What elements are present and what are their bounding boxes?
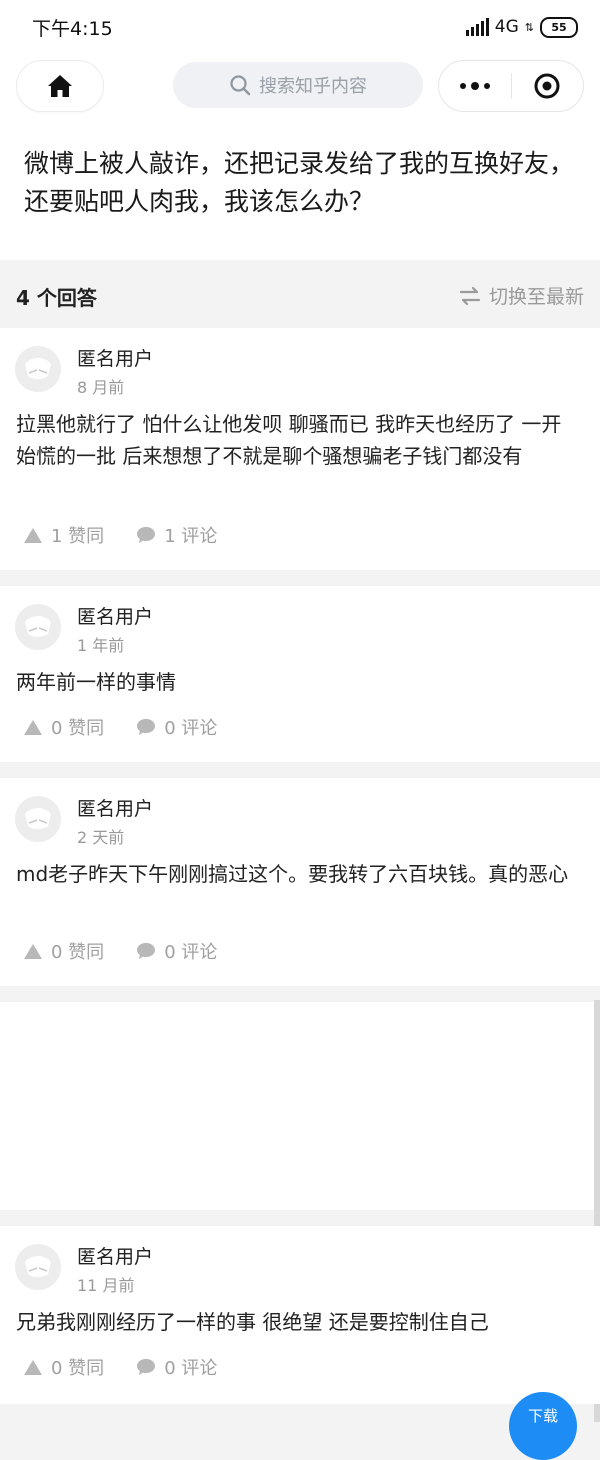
upvote-button[interactable]: 1 赞同 [23, 522, 104, 548]
anonymous-avatar-icon [15, 346, 61, 392]
avatar [15, 796, 61, 842]
answers-count: 4 个回答 [16, 286, 97, 310]
upvote-icon [24, 1359, 42, 1375]
top-nav: 搜索知乎内容 [0, 60, 600, 112]
answer-time: 1 年前 [77, 636, 125, 655]
empty-content-block [0, 1002, 594, 1210]
comment-count: 0 评论 [164, 718, 218, 739]
comment-button[interactable]: 0 评论 [136, 1354, 217, 1380]
data-arrows-icon: ⇅ [524, 20, 534, 34]
top-panel: 下午4:15 4G ⇅ 55 搜索知乎内容 微博上被人敲诈，还把记录发给了我的互… [0, 0, 600, 260]
answer-time: 2 天前 [77, 828, 125, 847]
close-button[interactable] [512, 61, 584, 111]
answer-card[interactable]: 匿名用户 8 月前 拉黑他就行了 怕什么让他发呗 聊骚而已 我昨天也经历了 一开… [0, 328, 600, 570]
answer-time: 8 月前 [77, 378, 125, 397]
anonymous-avatar-icon [15, 1244, 61, 1290]
author-name[interactable]: 匿名用户 [77, 794, 153, 821]
answers-header: 4 个回答 切换至最新 [0, 268, 600, 326]
status-indicators: 4G ⇅ 55 [465, 14, 578, 40]
answer-card[interactable]: 匿名用户 2 天前 md老子昨天下午刚刚搞过这个。要我转了六百块钱。真的恶心 0… [0, 778, 600, 986]
author-name[interactable]: 匿名用户 [77, 344, 153, 371]
upvote-icon [24, 719, 42, 735]
author-name[interactable]: 匿名用户 [77, 1242, 153, 1269]
comment-count: 0 评论 [164, 942, 218, 963]
upvote-count: 0 赞同 [51, 718, 105, 739]
anonymous-avatar-icon [15, 604, 61, 650]
avatar [15, 604, 61, 650]
search-icon [230, 75, 251, 96]
question-title: 微博上被人敲诈，还把记录发给了我的互换好友，还要贴吧人肉我，我该怎么办？ [24, 149, 575, 216]
comment-button[interactable]: 1 评论 [136, 522, 217, 548]
upvote-count: 0 赞同 [51, 1358, 105, 1379]
answer-actions: 0 赞同 0 评论 [23, 938, 217, 964]
switch-sort-label: 切换至最新 [488, 286, 584, 308]
answer-actions: 0 赞同 0 评论 [23, 1354, 217, 1380]
comment-button[interactable]: 0 评论 [136, 938, 217, 964]
battery-icon: 55 [540, 16, 578, 38]
status-bar: 下午4:15 4G ⇅ 55 [0, 0, 600, 54]
upvote-icon [24, 527, 42, 543]
upvote-count: 0 赞同 [51, 942, 105, 963]
upvote-icon [24, 943, 42, 959]
answer-actions: 0 赞同 0 评论 [23, 714, 217, 740]
home-button[interactable] [16, 60, 104, 112]
upvote-button[interactable]: 0 赞同 [23, 714, 104, 740]
upvote-button[interactable]: 0 赞同 [23, 938, 104, 964]
anonymous-avatar-icon [15, 796, 61, 842]
comment-count: 1 评论 [164, 526, 218, 547]
search-input[interactable]: 搜索知乎内容 [173, 62, 423, 108]
switch-sort-button[interactable]: 切换至最新 [459, 282, 584, 309]
avatar [15, 1244, 61, 1290]
comment-count: 0 评论 [164, 1358, 218, 1379]
swap-icon [459, 286, 481, 305]
more-dots-icon [459, 82, 490, 90]
answer-content[interactable]: md老子昨天下午刚刚搞过这个。要我转了六百块钱。真的恶心 [16, 858, 576, 890]
target-close-icon [534, 73, 560, 99]
status-time: 下午4:15 [32, 18, 113, 40]
comment-icon [137, 1359, 156, 1375]
answer-content[interactable]: 兄弟我刚刚经历了一样的事 很绝望 还是要控制住自己 [16, 1306, 576, 1338]
comment-icon [137, 527, 156, 543]
author-name[interactable]: 匿名用户 [77, 602, 153, 629]
avatar [15, 346, 61, 392]
answer-time: 11 月前 [77, 1276, 135, 1295]
comment-icon [137, 719, 156, 735]
mini-program-capsule [438, 60, 584, 112]
download-button[interactable]: 下载 [509, 1392, 577, 1460]
search-placeholder: 搜索知乎内容 [259, 76, 367, 97]
more-button[interactable] [439, 61, 511, 111]
answer-card[interactable]: 匿名用户 1 年前 两年前一样的事情 0 赞同 0 评论 [0, 586, 600, 762]
upvote-button[interactable]: 0 赞同 [23, 1354, 104, 1380]
answer-card[interactable]: 匿名用户 11 月前 兄弟我刚刚经历了一样的事 很绝望 还是要控制住自己 0 赞… [0, 1226, 600, 1404]
signal-icon [465, 18, 489, 36]
comment-icon [137, 943, 156, 959]
upvote-count: 1 赞同 [51, 526, 105, 547]
comment-button[interactable]: 0 评论 [136, 714, 217, 740]
answer-content[interactable]: 两年前一样的事情 [16, 666, 576, 698]
home-icon [48, 75, 72, 97]
network-label: 4G [494, 17, 519, 37]
answer-actions: 1 赞同 1 评论 [23, 522, 217, 548]
answer-content[interactable]: 拉黑他就行了 怕什么让他发呗 聊骚而已 我昨天也经历了 一开始慌的一批 后来想想… [16, 408, 576, 472]
